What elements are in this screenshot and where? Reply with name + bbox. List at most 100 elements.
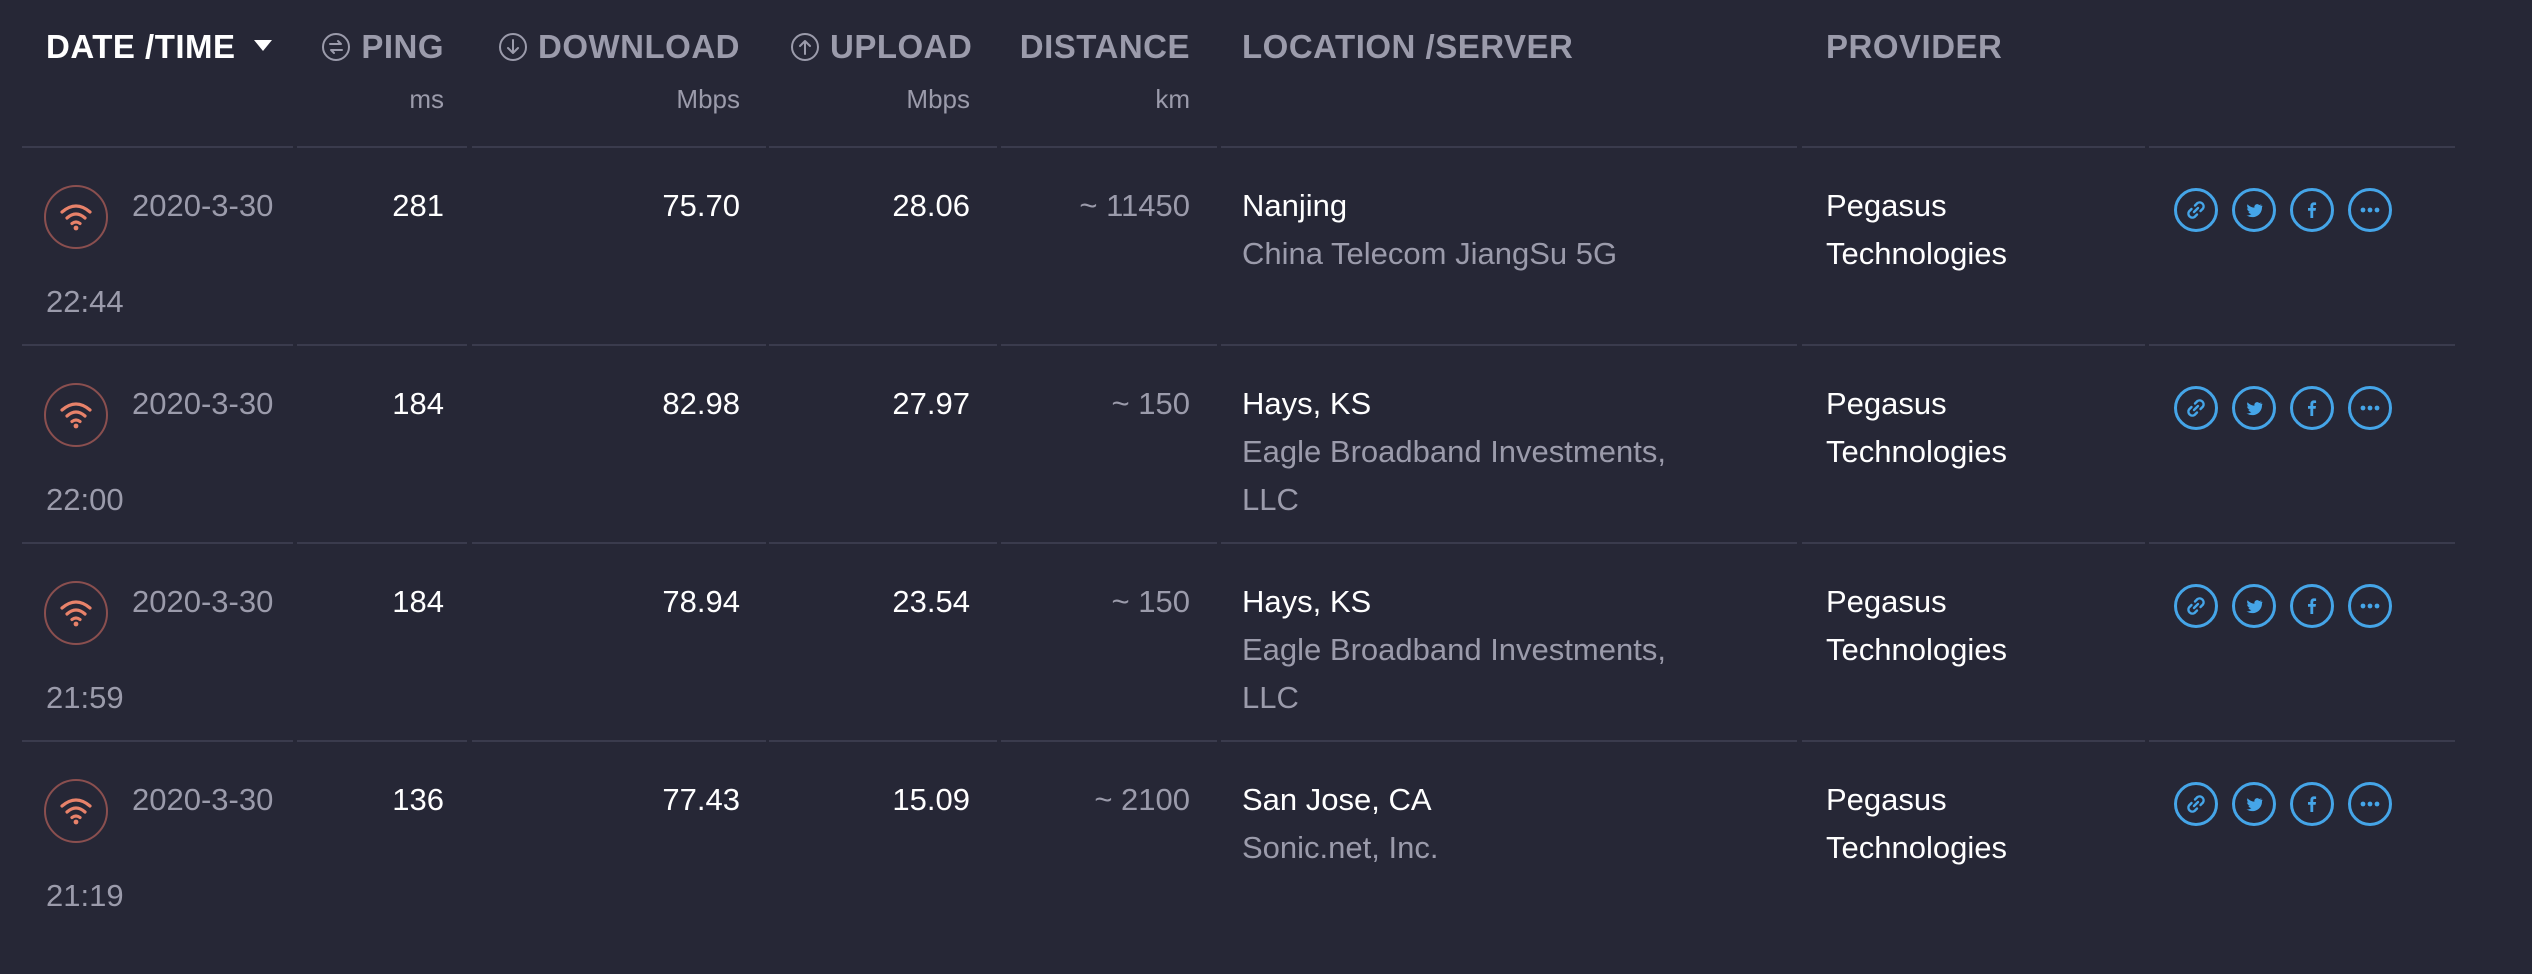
more-options-button[interactable] <box>2348 584 2392 628</box>
column-header-distance[interactable]: DISTANCE <box>1000 28 1190 66</box>
upload-value: 28.06 <box>892 188 970 223</box>
column-header-upload[interactable]: UPLOAD <box>790 28 973 70</box>
column-header-distance-label: DISTANCE <box>1019 28 1190 65</box>
ping-icon <box>322 33 351 61</box>
twitter-icon <box>2241 791 2267 817</box>
share-facebook-button[interactable] <box>2290 188 2334 232</box>
table-row[interactable]: 2020-3-30 21:59 184 78.94 23.54 ~ 150 Hays, KS… <box>0 578 2532 776</box>
share-actions <box>2174 782 2392 826</box>
location-name: Hays, KS <box>1242 584 1372 619</box>
row-divider <box>297 542 467 544</box>
provider-name-continued: Technologies <box>1826 434 2007 469</box>
result-date[interactable]: 2020-3-30 <box>132 380 282 428</box>
row-divider <box>1802 740 2145 742</box>
provider-name-continued: Technologies <box>1826 632 2007 667</box>
upload-unit: Mbps <box>906 84 970 114</box>
table-row[interactable]: 2020-3-30 21:19 136 77.43 15.09 ~ 2100 San Jos… <box>0 776 2532 974</box>
share-twitter-button[interactable] <box>2232 782 2276 826</box>
result-time[interactable]: 21:19 <box>46 872 124 920</box>
row-divider <box>22 146 293 148</box>
share-actions <box>2174 386 2392 430</box>
more-icon <box>2357 197 2383 223</box>
share-twitter-button[interactable] <box>2232 584 2276 628</box>
more-options-button[interactable] <box>2348 386 2392 430</box>
result-time[interactable]: 22:00 <box>46 476 124 524</box>
link-icon <box>2183 197 2209 223</box>
row-divider <box>1001 146 1217 148</box>
more-icon <box>2357 791 2383 817</box>
location-name: Hays, KS <box>1242 386 1372 421</box>
caret-down-icon <box>253 39 272 51</box>
facebook-icon <box>2299 791 2325 817</box>
download-value: 78.94 <box>662 584 740 619</box>
row-divider <box>1221 146 1797 148</box>
column-header-download-label: DOWNLOAD <box>538 28 740 65</box>
column-header-location-label: LOCATION /SERVER <box>1242 28 1574 65</box>
result-time[interactable]: 22:44 <box>46 278 124 326</box>
server-name: Eagle Broadband Investments, <box>1242 632 1666 667</box>
row-divider <box>1001 542 1217 544</box>
result-date[interactable]: 2020-3-30 <box>132 182 282 230</box>
column-header-ping[interactable]: PING <box>300 28 444 70</box>
row-divider <box>1802 542 2145 544</box>
twitter-icon <box>2241 395 2267 421</box>
share-facebook-button[interactable] <box>2290 386 2334 430</box>
server-name: China Telecom JiangSu 5G <box>1242 236 1618 271</box>
column-header-location[interactable]: LOCATION /SERVER <box>1242 28 1573 66</box>
row-divider <box>297 344 467 346</box>
row-divider <box>1001 344 1217 346</box>
share-actions <box>2174 584 2392 628</box>
more-options-button[interactable] <box>2348 188 2392 232</box>
share-twitter-button[interactable] <box>2232 386 2276 430</box>
column-header-upload-label: UPLOAD <box>830 28 973 65</box>
copy-link-button[interactable] <box>2174 584 2218 628</box>
download-value: 75.70 <box>662 188 740 223</box>
upload-value: 23.54 <box>892 584 970 619</box>
wifi-icon <box>44 779 108 843</box>
link-icon <box>2183 593 2209 619</box>
table-row[interactable]: 2020-3-30 22:00 184 82.98 27.97 ~ 150 Hays, KS… <box>0 380 2532 578</box>
wifi-icon <box>44 383 108 447</box>
column-header-provider-label: PROVIDER <box>1826 28 2003 65</box>
more-options-button[interactable] <box>2348 782 2392 826</box>
row-divider <box>22 542 293 544</box>
column-header-provider[interactable]: PROVIDER <box>1826 28 2002 66</box>
copy-link-button[interactable] <box>2174 782 2218 826</box>
download-unit: Mbps <box>676 84 740 114</box>
share-twitter-button[interactable] <box>2232 188 2276 232</box>
download-icon <box>499 33 528 61</box>
provider-name: Pegasus <box>1826 584 1947 619</box>
download-value: 77.43 <box>662 782 740 817</box>
provider-name: Pegasus <box>1826 386 1947 421</box>
column-header-ping-label: PING <box>361 28 444 65</box>
twitter-icon <box>2241 197 2267 223</box>
column-header-download[interactable]: DOWNLOAD <box>494 28 740 70</box>
column-header-date-label: DATE /TIME <box>46 28 236 65</box>
ping-value: 184 <box>392 386 444 421</box>
share-actions <box>2174 188 2392 232</box>
distance-value: ~ 2100 <box>1094 782 1190 817</box>
result-date[interactable]: 2020-3-30 <box>132 578 282 626</box>
copy-link-button[interactable] <box>2174 386 2218 430</box>
share-facebook-button[interactable] <box>2290 584 2334 628</box>
table-row[interactable]: 2020-3-30 22:44 281 75.70 28.06 ~ 11450 Nanjin… <box>0 182 2532 380</box>
provider-name-continued: Technologies <box>1826 830 2007 865</box>
results-table: DATE /TIME PING ms DOWNLOAD Mbps UPLOAD … <box>0 0 2532 938</box>
share-facebook-button[interactable] <box>2290 782 2334 826</box>
row-divider <box>297 146 467 148</box>
distance-value: ~ 11450 <box>1079 188 1190 223</box>
row-divider <box>1802 146 2145 148</box>
wifi-icon <box>44 581 108 645</box>
facebook-icon <box>2299 197 2325 223</box>
row-divider <box>472 344 766 346</box>
result-time[interactable]: 21:59 <box>46 674 124 722</box>
result-date[interactable]: 2020-3-30 <box>132 776 282 824</box>
copy-link-button[interactable] <box>2174 188 2218 232</box>
distance-value: ~ 150 <box>1111 386 1190 421</box>
column-header-date[interactable]: DATE /TIME <box>46 28 272 66</box>
row-divider <box>472 740 766 742</box>
upload-value: 15.09 <box>892 782 970 817</box>
row-divider <box>22 740 293 742</box>
distance-unit: km <box>1155 84 1190 114</box>
server-name: Eagle Broadband Investments, <box>1242 434 1666 469</box>
